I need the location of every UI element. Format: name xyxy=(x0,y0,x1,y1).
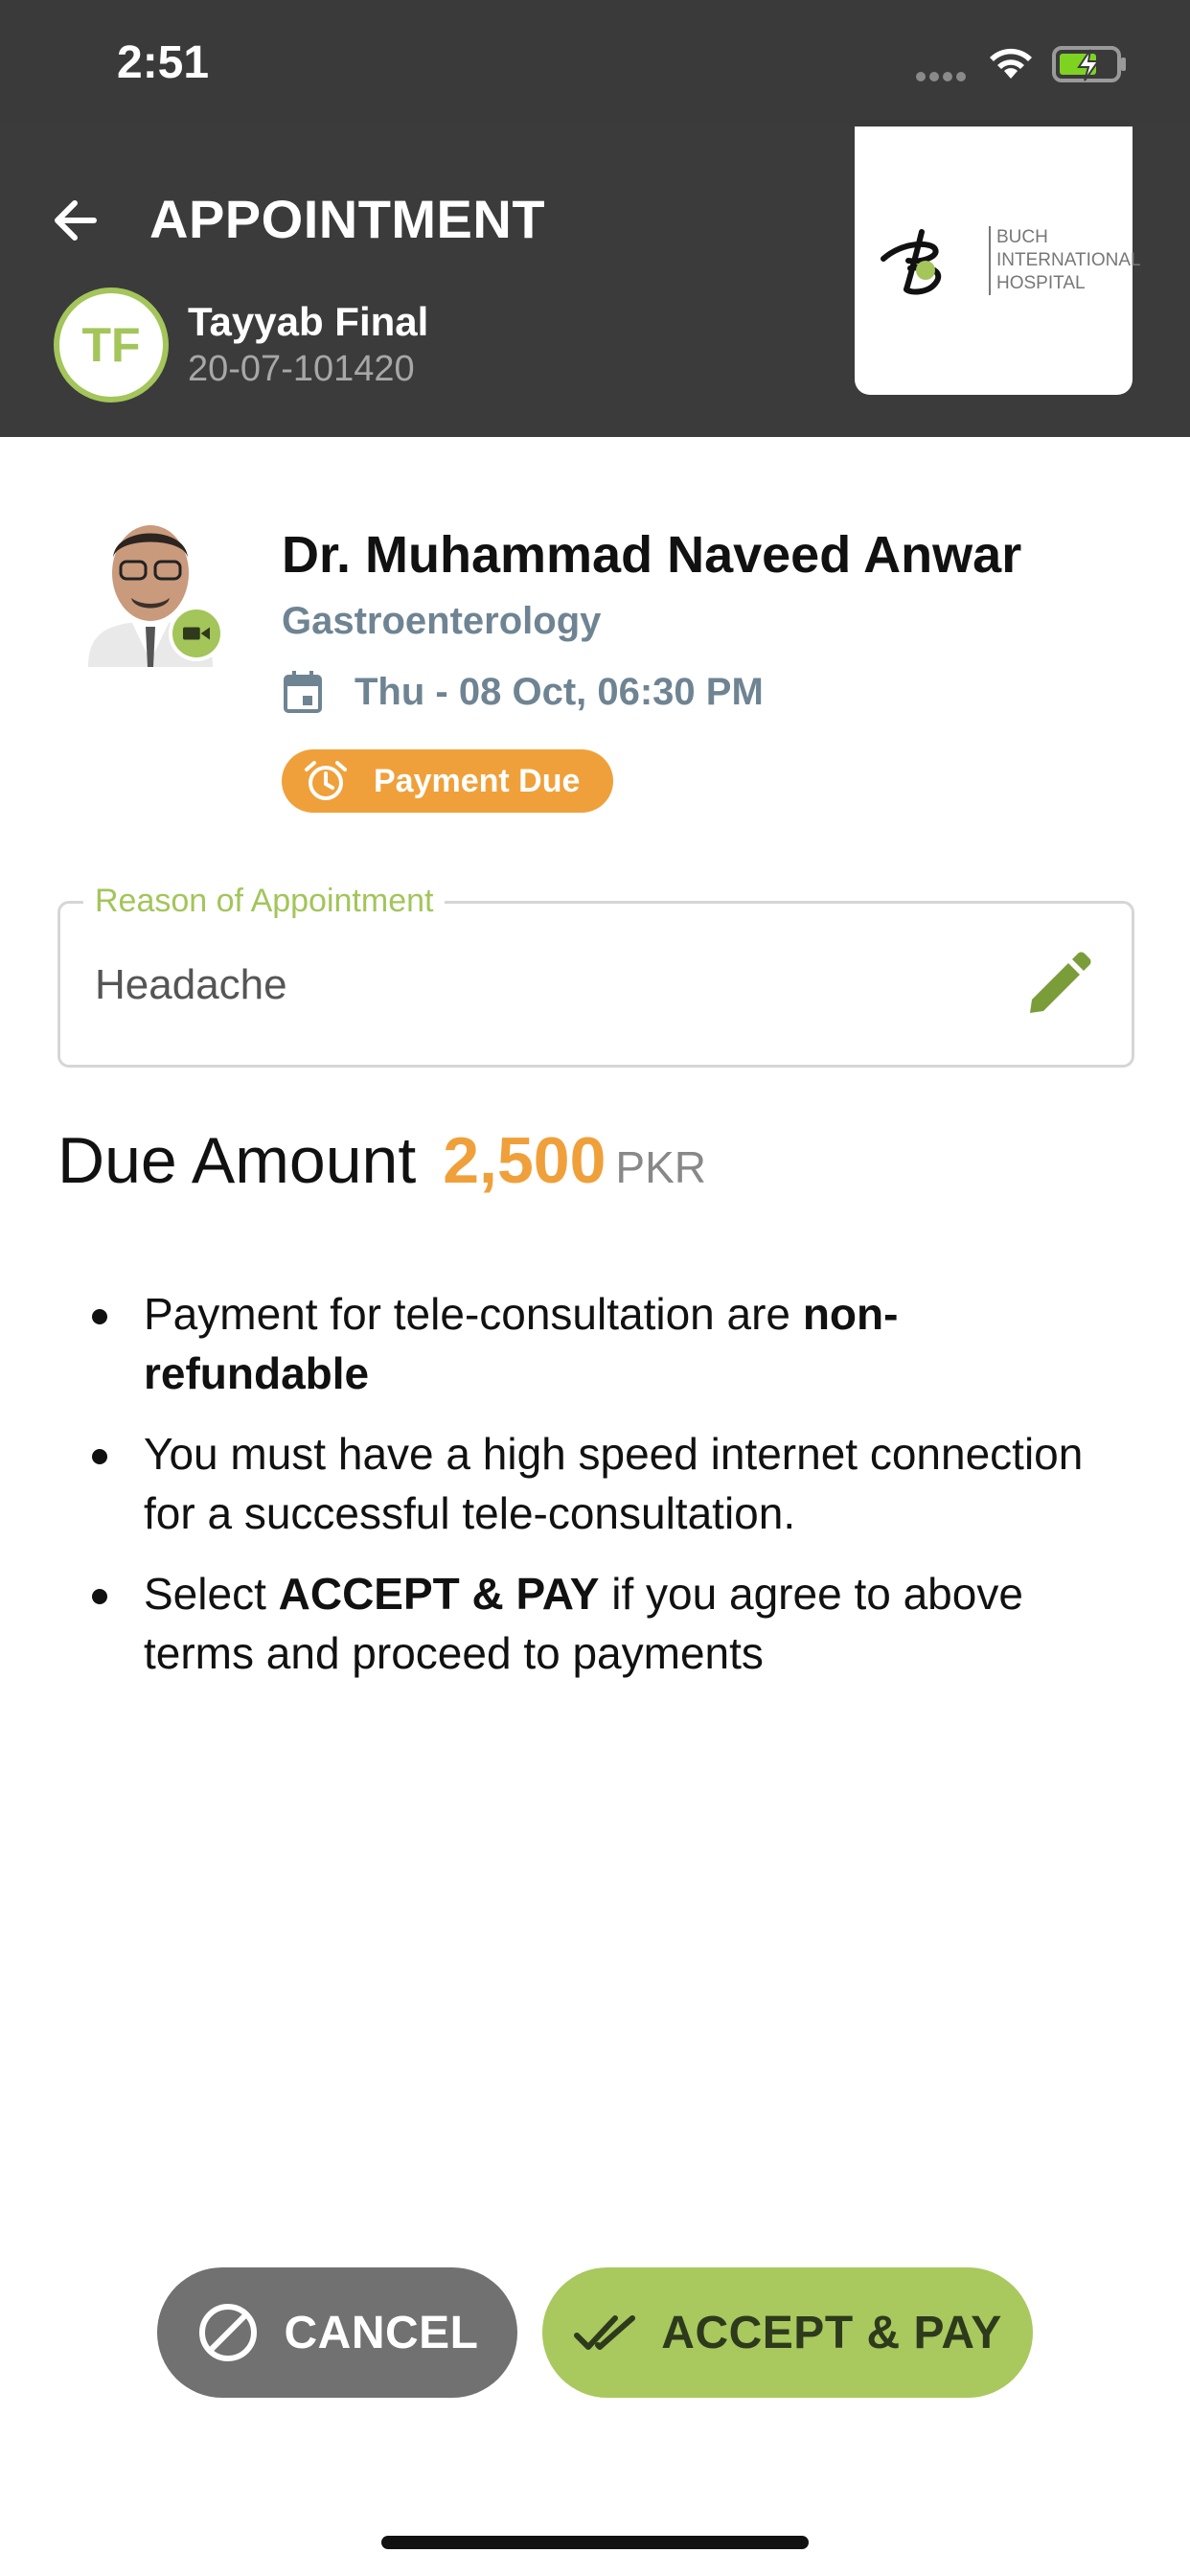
terms-item: Payment for tele-consultation are non-re… xyxy=(88,1284,1123,1403)
app-header: APPOINTMENT TF Tayyab Final 20-07-101420… xyxy=(0,123,1190,437)
terms-item: You must have a high speed internet conn… xyxy=(88,1424,1123,1543)
appointment-datetime: Thu - 08 Oct, 06:30 PM xyxy=(355,671,764,713)
calendar-icon xyxy=(284,671,322,713)
due-amount-currency: PKR xyxy=(615,1142,706,1192)
battery-charging-icon xyxy=(1052,46,1126,82)
edit-pencil-icon[interactable] xyxy=(1020,950,1093,1023)
double-check-icon xyxy=(574,2315,636,2350)
due-amount-value: 2,500 xyxy=(443,1124,606,1197)
reason-field-label: Reason of Appointment xyxy=(83,883,446,920)
cancel-button-label: CANCEL xyxy=(284,2307,479,2358)
doctor-name: Dr. Muhammad Naveed Anwar xyxy=(282,526,1022,584)
video-consultation-badge xyxy=(169,606,224,661)
status-time: 2:51 xyxy=(117,37,210,88)
payment-status-label: Payment Due xyxy=(374,762,581,799)
due-amount-row: Due Amount 2,500 PKR xyxy=(57,1123,706,1200)
video-camera-icon xyxy=(183,627,210,640)
page-title: APPOINTMENT xyxy=(149,189,546,249)
home-indicator[interactable] xyxy=(381,2536,809,2549)
hospital-logo-mark xyxy=(881,229,942,295)
alarm-clock-icon xyxy=(305,761,347,800)
patient-avatar: TF xyxy=(54,288,169,402)
wifi-icon xyxy=(990,48,1032,79)
accept-and-pay-label: ACCEPT & PAY xyxy=(661,2307,1002,2358)
reason-field[interactable]: Reason of Appointment Headache xyxy=(57,883,1134,1068)
terms-list: Payment for tele-consultation are non-re… xyxy=(88,1284,1123,1704)
hospital-logo: BUCH INTERNATIONAL HOSPITAL xyxy=(855,126,1141,395)
back-arrow-icon[interactable] xyxy=(48,192,105,249)
patient-name: Tayyab Final xyxy=(188,299,429,344)
reason-field-value[interactable]: Headache xyxy=(95,961,287,1009)
status-bar: 2:51 xyxy=(0,0,1190,123)
due-amount-label: Due Amount xyxy=(57,1124,417,1197)
cancel-block-icon xyxy=(198,2304,257,2361)
doctor-specialty: Gastroenterology xyxy=(282,600,602,642)
accept-and-pay-button[interactable]: ACCEPT & PAY xyxy=(542,2267,1033,2398)
hospital-logo-text: BUCH INTERNATIONAL HOSPITAL xyxy=(989,226,1141,295)
payment-status-badge: Payment Due xyxy=(282,749,613,813)
cancel-button[interactable]: CANCEL xyxy=(157,2267,517,2398)
cellular-signal-icon xyxy=(916,69,970,81)
terms-item: Select ACCEPT & PAY if you agree to abov… xyxy=(88,1564,1123,1683)
patient-id: 20-07-101420 xyxy=(188,349,415,389)
